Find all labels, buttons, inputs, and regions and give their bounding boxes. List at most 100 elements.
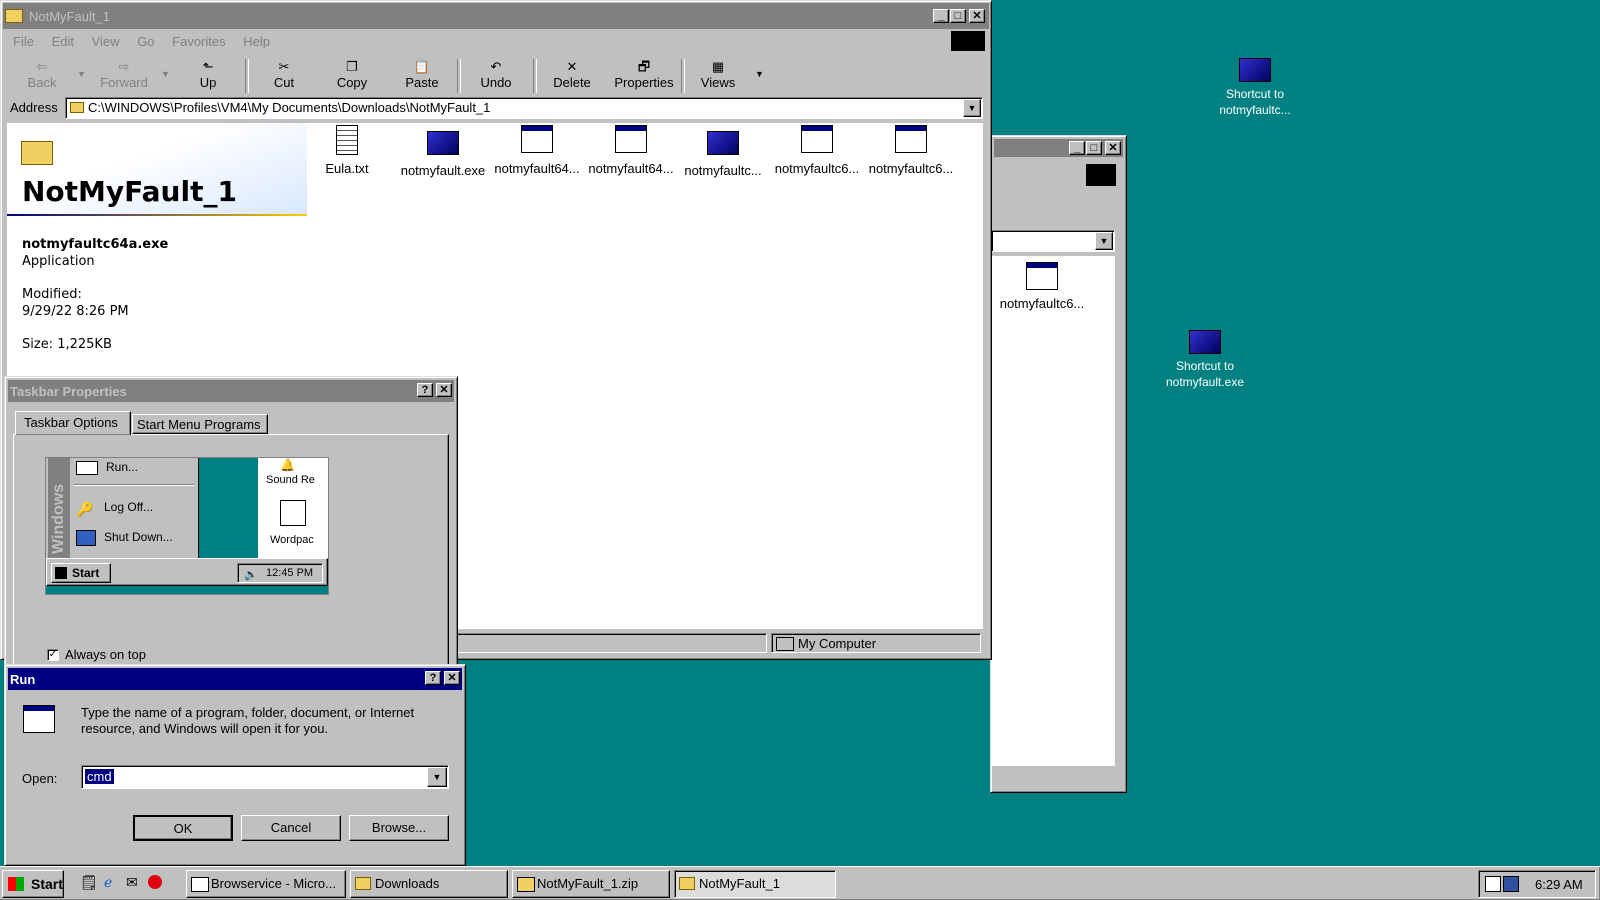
file-item-notmyfaultc6-a[interactable]: notmyfaultc6... bbox=[771, 125, 863, 176]
task-notmyfault-folder[interactable]: NotMyFault_1 bbox=[674, 870, 836, 898]
folder-icon bbox=[5, 9, 23, 23]
menu-help[interactable]: Help bbox=[243, 34, 270, 49]
close-button[interactable]: ✕ bbox=[1105, 141, 1121, 155]
always-on-top-checkbox[interactable]: ✓ bbox=[47, 649, 59, 661]
desktop-shortcut-line2: notmyfaultc... bbox=[1219, 103, 1291, 117]
computer-icon bbox=[776, 637, 794, 651]
back-button[interactable]: ⇦ Back bbox=[11, 59, 73, 97]
desktop-preview: 🔔 Sound Re Wordpac bbox=[258, 458, 328, 558]
forward-button[interactable]: ⇨ Forward bbox=[93, 59, 155, 97]
properties-button[interactable]: 🗗 Properties bbox=[609, 59, 679, 97]
minimize-button[interactable]: _ bbox=[1069, 141, 1085, 155]
copy-button[interactable]: ❐ Copy bbox=[321, 59, 383, 97]
outlook-express-icon[interactable]: ✉ bbox=[126, 874, 138, 891]
tab-start-menu-programs[interactable]: Start Menu Programs bbox=[132, 414, 268, 434]
start-button[interactable]: Start bbox=[2, 870, 64, 898]
up-button[interactable]: ⬑ Up bbox=[177, 59, 239, 97]
forward-arrow-icon: ⇨ bbox=[118, 59, 130, 74]
file-name: notmyfault64... bbox=[588, 161, 674, 176]
cancel-button[interactable]: Cancel bbox=[241, 815, 341, 841]
clock[interactable]: 6:29 AM bbox=[1535, 877, 1583, 892]
close-button[interactable]: ✕ bbox=[444, 671, 460, 685]
address-bar[interactable]: C:\WINDOWS\Profiles\VM4\My Documents\Dow… bbox=[65, 97, 983, 119]
taskbar-properties-dialog[interactable]: Taskbar Properties ? ✕ Taskbar Options S… bbox=[4, 376, 458, 668]
zip-icon bbox=[517, 877, 535, 892]
app-file-icon bbox=[615, 125, 647, 153]
help-button[interactable]: ? bbox=[417, 383, 433, 397]
windows-logo-icon bbox=[951, 31, 985, 51]
back-dropdown-icon[interactable]: ▼ bbox=[77, 69, 86, 79]
open-input[interactable]: cmd bbox=[85, 769, 114, 784]
file-name: notmyfault.exe bbox=[400, 163, 486, 178]
up-folder-icon: ⬑ bbox=[202, 59, 214, 74]
maximize-button[interactable]: □ bbox=[1086, 141, 1102, 155]
open-combobox[interactable]: cmd ▼ bbox=[81, 765, 449, 789]
run-dialog[interactable]: Run ? ✕ Type the name of a program, fold… bbox=[4, 664, 466, 866]
dropdown-arrow-icon[interactable]: ▼ bbox=[1095, 232, 1113, 250]
show-desktop-icon[interactable]: 🗒 bbox=[80, 874, 98, 891]
menu-edit[interactable]: Edit bbox=[52, 34, 74, 49]
tab-taskbar-options[interactable]: Taskbar Options bbox=[15, 411, 131, 435]
address-dropdown-button[interactable]: ▼ bbox=[963, 99, 981, 117]
dialog-title: Taskbar Properties bbox=[10, 383, 127, 399]
maximize-button[interactable]: □ bbox=[950, 9, 966, 23]
views-button[interactable]: ▦ Views bbox=[687, 59, 749, 97]
close-button[interactable]: ✕ bbox=[969, 9, 985, 23]
views-dropdown-icon[interactable]: ▼ bbox=[755, 69, 764, 79]
background-explorer-window[interactable]: _ □ ✕ ▼ notmyfaultc6... bbox=[990, 135, 1127, 793]
file-item[interactable]: notmyfaultc6... bbox=[996, 262, 1088, 311]
internet-explorer-icon[interactable]: ℯ bbox=[104, 874, 112, 891]
help-button[interactable]: ? bbox=[425, 671, 441, 685]
file-item-notmyfault64-a[interactable]: notmyfault64... bbox=[491, 125, 583, 176]
menu-file[interactable]: File bbox=[13, 34, 34, 49]
details-size: Size: 1,225KB bbox=[22, 337, 112, 352]
undo-icon: ↶ bbox=[490, 59, 502, 74]
desktop-shortcut-notmyfault[interactable]: Shortcut to notmyfault.exe bbox=[1150, 330, 1260, 390]
file-name: notmyfault64... bbox=[494, 161, 580, 176]
task-browservice[interactable]: Browservice - Micro... bbox=[186, 870, 346, 898]
network-icon[interactable] bbox=[1485, 876, 1501, 892]
logoff-menu-item: 🔑 Log Off... bbox=[76, 500, 154, 517]
wordpad-icon bbox=[280, 500, 306, 526]
browser-icon bbox=[191, 877, 209, 892]
file-item-notmyfaultc6-b[interactable]: notmyfaultc6... bbox=[865, 125, 957, 176]
app-file-icon bbox=[521, 125, 553, 153]
menu-view[interactable]: View bbox=[92, 34, 120, 49]
undo-button[interactable]: ↶ Undo bbox=[465, 59, 527, 97]
forward-dropdown-icon[interactable]: ▼ bbox=[161, 69, 170, 79]
file-item-notmyfaultc[interactable]: notmyfaultc... bbox=[677, 125, 769, 178]
close-button[interactable]: ✕ bbox=[436, 383, 452, 397]
desktop-shortcut-notmyfaultc[interactable]: Shortcut to notmyfaultc... bbox=[1200, 58, 1310, 118]
taskbar-properties-titlebar[interactable]: Taskbar Properties ? ✕ bbox=[8, 380, 454, 402]
windows-flag-icon bbox=[8, 877, 24, 891]
file-item-eula[interactable]: Eula.txt bbox=[301, 125, 393, 176]
opera-icon[interactable] bbox=[148, 875, 162, 889]
ok-button[interactable]: OK bbox=[133, 815, 233, 841]
file-name: notmyfaultc6... bbox=[999, 296, 1085, 311]
exe-shortcut-icon bbox=[1189, 330, 1221, 354]
file-name: notmyfaultc... bbox=[684, 163, 762, 178]
run-titlebar[interactable]: Run ? ✕ bbox=[8, 668, 462, 690]
file-item-notmyfault64-b[interactable]: notmyfault64... bbox=[585, 125, 677, 176]
taskbar-preview: Windows Run... 🔑 Log Off... Shut Down... … bbox=[45, 457, 329, 595]
browse-button[interactable]: Browse... bbox=[349, 815, 449, 841]
background-window-titlebar[interactable]: _ □ ✕ bbox=[994, 139, 1123, 157]
paste-button[interactable]: 📋 Paste bbox=[391, 59, 453, 97]
background-address-box[interactable]: ▼ bbox=[991, 230, 1115, 252]
cut-button[interactable]: ✂ Cut bbox=[253, 59, 315, 97]
background-file-area: notmyfaultc6... bbox=[991, 256, 1115, 766]
start-menu-sidebar: Windows bbox=[48, 458, 70, 558]
menu-favorites[interactable]: Favorites bbox=[172, 34, 225, 49]
open-dropdown-button[interactable]: ▼ bbox=[427, 767, 447, 787]
task-notmyfault-zip[interactable]: NotMyFault_1.zip bbox=[512, 870, 670, 898]
toolbar-separator bbox=[681, 59, 685, 93]
minimize-button[interactable]: _ bbox=[933, 9, 949, 23]
task-downloads[interactable]: Downloads bbox=[350, 870, 508, 898]
file-item-notmyfault-exe[interactable]: notmyfault.exe bbox=[397, 125, 489, 178]
explorer-titlebar[interactable]: NotMyFault_1 _ □ ✕ bbox=[3, 3, 989, 29]
address-input[interactable]: C:\WINDOWS\Profiles\VM4\My Documents\Dow… bbox=[88, 100, 490, 115]
menu-go[interactable]: Go bbox=[137, 34, 154, 49]
task-scheduler-icon[interactable] bbox=[1503, 876, 1519, 892]
run-icon bbox=[76, 460, 98, 475]
delete-button[interactable]: ✕ Delete bbox=[541, 59, 603, 97]
